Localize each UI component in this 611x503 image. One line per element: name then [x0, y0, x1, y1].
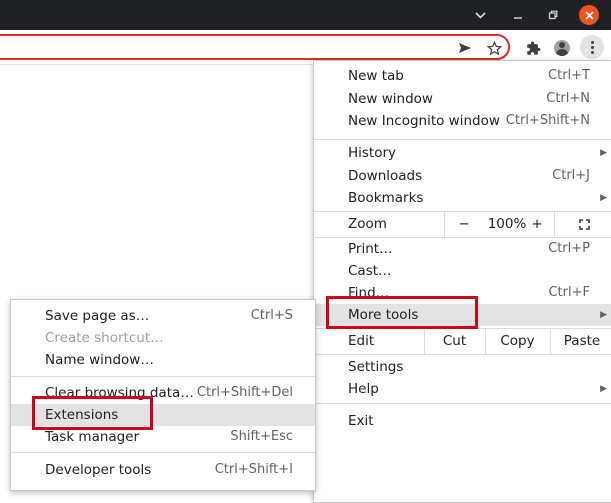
menu-item-print[interactable]: Print… Ctrl+P	[314, 238, 611, 260]
submenu-item-create-shortcut: Create shortcut…	[11, 327, 315, 349]
puzzle-icon[interactable]	[522, 37, 544, 59]
edit-label: Edit	[348, 333, 375, 349]
menu-item-shortcut: Ctrl+Shift+Del	[196, 385, 293, 400]
submenu-item-name-window[interactable]: Name window…	[11, 349, 315, 371]
menu-item-shortcut: Shift+Esc	[230, 429, 293, 444]
title-bar	[0, 0, 611, 30]
menu-item-shortcut: Ctrl+N	[546, 91, 590, 106]
menu-item-label: New tab	[348, 68, 404, 84]
submenu-item-save-page[interactable]: Save page as… Ctrl+S	[11, 305, 315, 327]
menu-item-shortcut: Ctrl+F	[548, 285, 590, 300]
more-tools-highlight-box	[326, 296, 478, 329]
menu-item-label: Bookmarks	[348, 190, 424, 206]
copy-button[interactable]: Copy	[485, 328, 549, 354]
menu-item-label: Create shortcut…	[45, 330, 164, 346]
submenu-item-developer-tools[interactable]: Developer tools Ctrl+Shift+I	[11, 459, 315, 481]
menu-item-new-incognito[interactable]: New Incognito window Ctrl+Shift+N	[314, 110, 611, 132]
cut-button[interactable]: Cut	[424, 328, 484, 354]
chevron-right-icon: ▶	[600, 193, 607, 203]
menu-item-label: Cast…	[348, 263, 392, 279]
menu-separator	[11, 452, 315, 453]
menu-separator	[314, 403, 611, 404]
close-icon[interactable]	[579, 5, 599, 25]
menu-item-shortcut: Ctrl+Shift+I	[214, 462, 293, 477]
menu-item-cast[interactable]: Cast…	[314, 260, 611, 282]
menu-item-label: Name window…	[45, 352, 154, 368]
menu-item-label: New window	[348, 91, 433, 107]
chevron-right-icon: ▶	[600, 310, 607, 320]
extensions-highlight-box	[32, 396, 153, 430]
menu-item-help[interactable]: Help ▶	[314, 378, 611, 400]
chevron-right-icon: ▶	[600, 148, 607, 158]
menu-item-label: Save page as…	[45, 308, 150, 324]
menu-item-label: Print…	[348, 241, 393, 257]
zoom-row: Zoom − 100% +	[314, 211, 611, 237]
menu-separator	[314, 139, 611, 140]
address-bar[interactable]	[0, 34, 510, 60]
send-icon[interactable]	[454, 37, 476, 59]
zoom-label: Zoom	[348, 216, 387, 232]
menu-separator	[11, 376, 315, 377]
menu-item-shortcut: Ctrl+J	[552, 168, 590, 183]
menu-item-shortcut: Ctrl+Shift+N	[505, 113, 590, 128]
restore-icon[interactable]	[538, 0, 568, 30]
zoom-out-button[interactable]: −	[444, 211, 483, 237]
menu-item-label: New Incognito window	[348, 113, 500, 129]
chevron-right-icon: ▶	[600, 384, 607, 394]
menu-item-shortcut: Ctrl+P	[548, 241, 590, 256]
menu-item-label: Downloads	[348, 168, 423, 184]
kebab-icon[interactable]	[580, 35, 604, 59]
menu-item-label: History	[348, 145, 397, 161]
menu-item-label: Exit	[348, 413, 374, 429]
menu-item-label: Settings	[348, 359, 404, 375]
menu-item-new-window[interactable]: New window Ctrl+N	[314, 88, 611, 110]
paste-button[interactable]: Paste	[550, 328, 611, 354]
more-tools-submenu: Save page as… Ctrl+S Create shortcut… Na…	[10, 299, 316, 491]
star-icon[interactable]	[483, 37, 505, 59]
menu-item-shortcut: Ctrl+S	[250, 308, 293, 323]
menu-separator	[314, 354, 611, 355]
menu-item-new-tab[interactable]: New tab Ctrl+T	[314, 65, 611, 87]
fullscreen-icon[interactable]	[554, 211, 611, 237]
chrome-main-menu: New tab Ctrl+T New window Ctrl+N New Inc…	[313, 60, 611, 503]
chevron-down-icon[interactable]	[465, 0, 495, 30]
menu-item-label: Help	[348, 381, 379, 397]
menu-item-exit[interactable]: Exit	[314, 410, 611, 432]
menu-item-label: Developer tools	[45, 462, 152, 478]
menu-item-downloads[interactable]: Downloads Ctrl+J	[314, 165, 611, 187]
menu-item-settings[interactable]: Settings	[314, 356, 611, 378]
avatar-icon[interactable]	[551, 37, 573, 59]
menu-item-bookmarks[interactable]: Bookmarks ▶	[314, 187, 611, 209]
minimize-icon[interactable]	[503, 0, 533, 30]
menu-item-history[interactable]: History ▶	[314, 142, 611, 164]
edit-row: Edit Cut Copy Paste	[314, 328, 611, 354]
menu-item-shortcut: Ctrl+T	[548, 68, 590, 83]
zoom-in-button[interactable]: +	[525, 211, 549, 237]
